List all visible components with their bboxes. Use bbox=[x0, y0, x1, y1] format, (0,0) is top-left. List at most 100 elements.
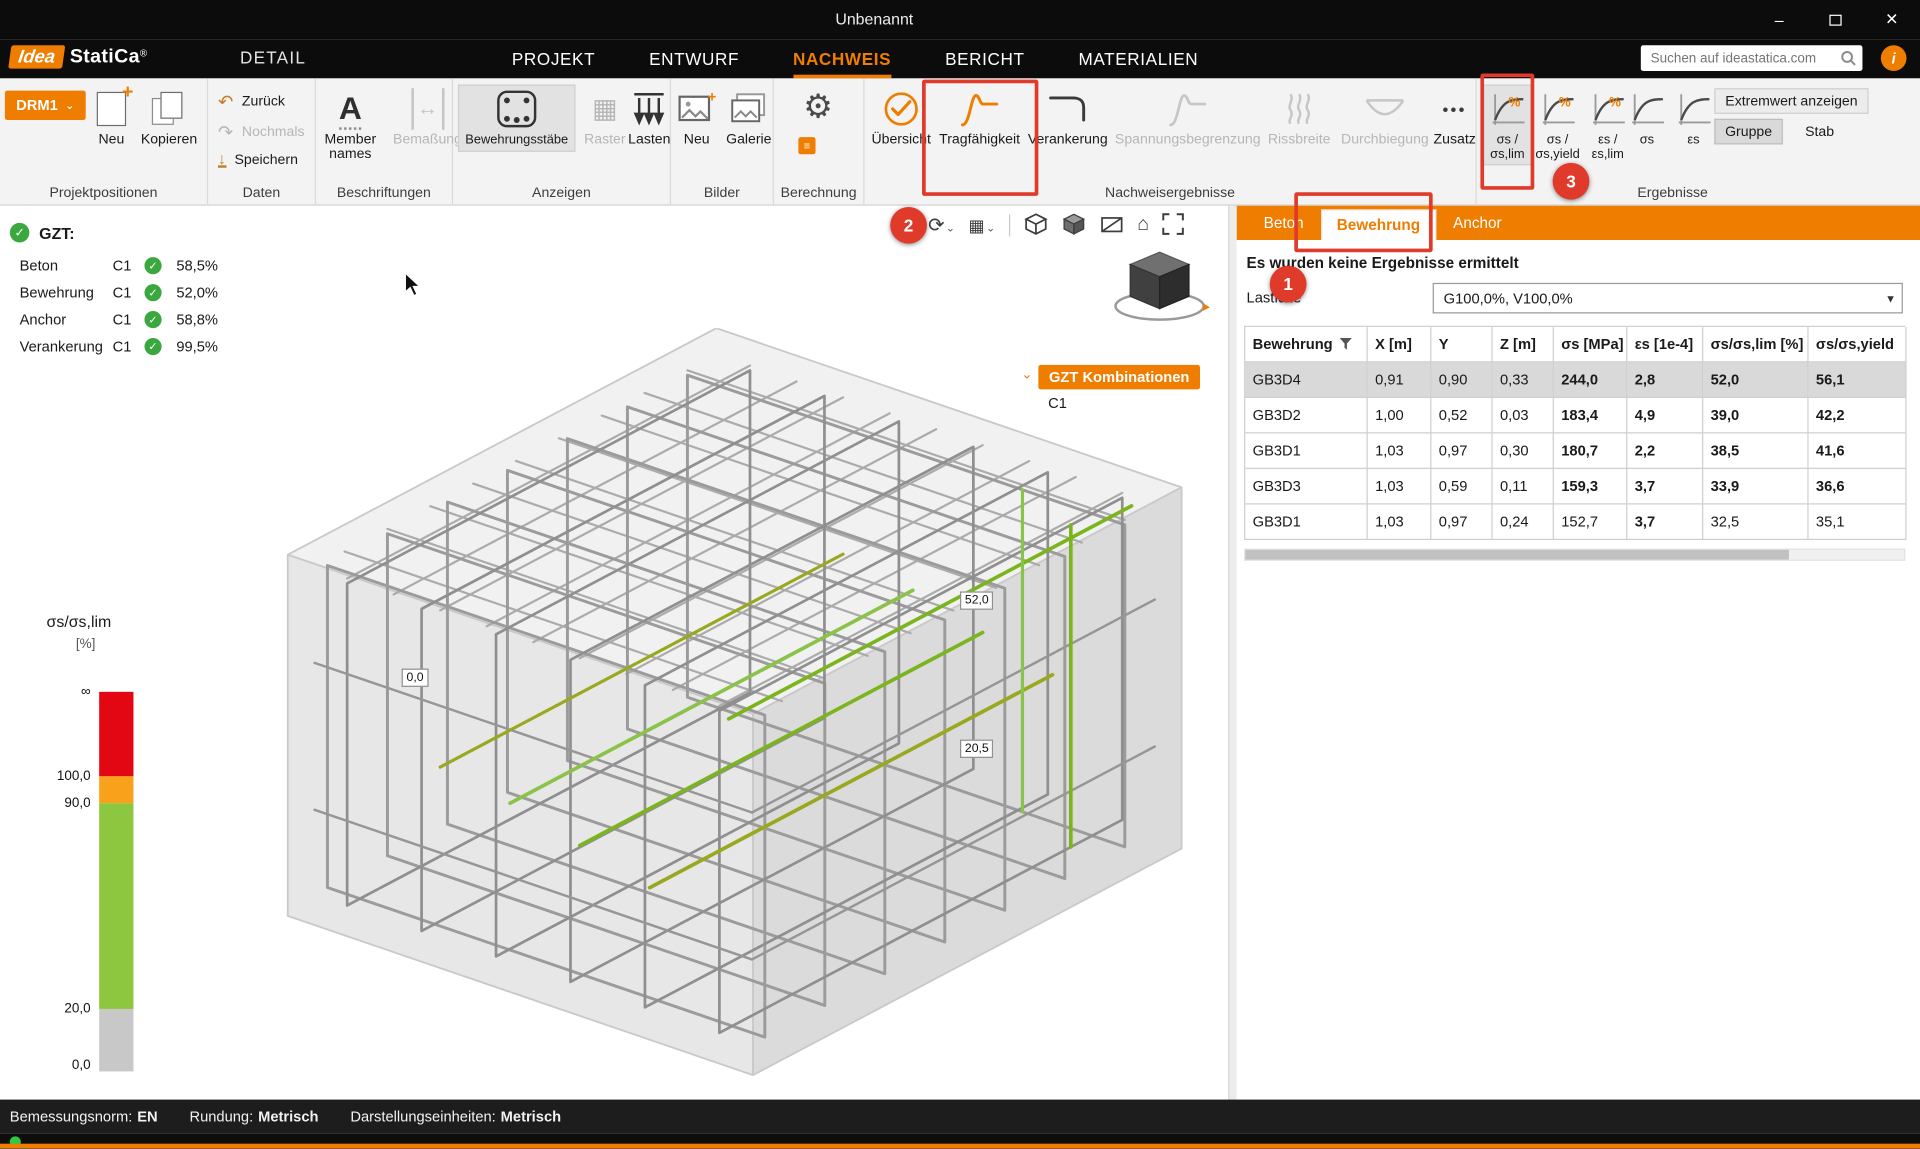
letter-a-icon: A bbox=[339, 88, 362, 130]
result-sigma-button[interactable]: σs bbox=[1625, 84, 1669, 150]
table-row[interactable]: GB3D4 0,91 0,90 0,33 244,0 2,8 52,0 56,1 bbox=[1245, 362, 1905, 398]
search-icon[interactable] bbox=[1840, 50, 1856, 66]
zoom-home-button[interactable]: ⌂ bbox=[1137, 214, 1149, 236]
solid-view-button[interactable] bbox=[1061, 211, 1085, 239]
column-header-bewehrung[interactable]: Bewehrung bbox=[1245, 327, 1367, 363]
drm1-dropdown[interactable]: DRM1⌄ bbox=[5, 91, 86, 120]
scale-gradient bbox=[99, 692, 133, 1072]
deflection-icon bbox=[1364, 88, 1406, 130]
member-names-button[interactable]: A Member names bbox=[321, 84, 380, 166]
clipping-plane-button[interactable] bbox=[1099, 211, 1123, 239]
neu-position-button[interactable]: + Neu bbox=[93, 84, 130, 151]
zurueck-button[interactable]: ↶ Zurück bbox=[218, 91, 285, 113]
verankerung-button[interactable]: Verankerung bbox=[1026, 84, 1109, 151]
stress-icon bbox=[1626, 88, 1668, 130]
check-icon: ✓ bbox=[144, 284, 161, 301]
result-label: 0,0 bbox=[402, 669, 429, 687]
3d-viewport[interactable]: ✓ GZT: Beton C1 ✓ 58,5% Bewehrung C1 ✓ 5… bbox=[0, 206, 1228, 1100]
annotation-box-sigma-slim bbox=[1480, 73, 1534, 189]
kopieren-button[interactable]: Kopieren bbox=[137, 84, 201, 151]
tab-materialien[interactable]: MATERIALIEN bbox=[1078, 39, 1198, 78]
group-ergebnisse: % σs / σs,lim % σs / σs,yield bbox=[1477, 78, 1920, 205]
search-input[interactable] bbox=[1641, 45, 1863, 71]
rotate-mode-dropdown[interactable]: ⟳⌄ bbox=[928, 213, 955, 237]
accent-line bbox=[0, 1144, 1920, 1149]
tab-bericht[interactable]: BERICHT bbox=[945, 39, 1025, 78]
result-eps-button[interactable]: εs bbox=[1671, 84, 1715, 150]
annotation-step-2: 2 bbox=[890, 207, 927, 244]
strain-icon bbox=[1673, 88, 1715, 130]
wire-cube-icon bbox=[1023, 211, 1047, 235]
gruppe-toggle[interactable]: Gruppe bbox=[1714, 119, 1783, 145]
3d-model[interactable] bbox=[263, 328, 1228, 1099]
column-header-sigma-yield[interactable]: σs/σs,yield bbox=[1809, 327, 1907, 363]
nochmals-button[interactable]: ↷ Nochmals bbox=[218, 121, 305, 143]
copy-icon bbox=[152, 88, 186, 130]
table-row[interactable]: GB3D1 1,03 0,97 0,30 180,7 2,2 38,5 41,6 bbox=[1245, 433, 1905, 469]
toolbar-separator bbox=[1009, 214, 1010, 236]
extremwert-anzeigen-button[interactable]: Extremwert anzeigen bbox=[1714, 88, 1868, 114]
info-button[interactable]: i bbox=[1881, 45, 1907, 71]
crack-width-icon bbox=[1281, 88, 1318, 130]
units-status: Darstellungseinheiten:Metrisch bbox=[350, 1108, 561, 1125]
norm-status: Bemessungsnorm:EN bbox=[10, 1108, 158, 1125]
maximize-icon bbox=[1829, 14, 1841, 25]
group-bilder: + Neu Galerie Bilder bbox=[671, 78, 774, 205]
close-button[interactable]: ✕ bbox=[1864, 0, 1920, 39]
group-anzeigen: Bewehrungsstäbe ▦ Raster bbox=[453, 78, 671, 205]
tab-anchor[interactable]: Anchor bbox=[1438, 206, 1516, 240]
column-header-eps[interactable]: εs [1e-4] bbox=[1627, 327, 1703, 363]
column-header-z[interactable]: Z [m] bbox=[1493, 327, 1554, 363]
speichern-button[interactable]: ↓ Speichern bbox=[218, 152, 298, 168]
dimension-icon: ↔ bbox=[411, 88, 444, 130]
table-row[interactable]: GB3D1 1,03 0,97 0,24 152,7 3,7 32,5 35,1 bbox=[1245, 504, 1905, 540]
gzt-row-anchor: Anchor C1 ✓ 58,8% bbox=[20, 311, 218, 328]
grid-icon: ▦ bbox=[592, 88, 617, 130]
column-header-x[interactable]: X [m] bbox=[1368, 327, 1432, 363]
result-sigma-syield-button[interactable]: % σs / σs,yield bbox=[1533, 84, 1582, 165]
bewehrungsstaebe-toggle[interactable]: Bewehrungsstäbe bbox=[458, 84, 576, 151]
maximize-button[interactable] bbox=[1807, 0, 1863, 39]
raster-toggle[interactable]: ▦ Raster bbox=[580, 84, 629, 151]
chevron-down-icon: ⌄ bbox=[986, 221, 995, 233]
orientation-cube[interactable] bbox=[1108, 245, 1211, 326]
galerie-button[interactable]: Galerie bbox=[722, 84, 775, 151]
column-header-y[interactable]: Y bbox=[1431, 327, 1492, 363]
status-bar: Bemessungsnorm:EN Rundung:Metrisch Darst… bbox=[0, 1100, 1920, 1134]
zoom-extents-button[interactable] bbox=[1163, 212, 1185, 238]
column-header-sigma[interactable]: σs [MPa] bbox=[1554, 327, 1627, 363]
tab-projekt[interactable]: PROJEKT bbox=[512, 39, 595, 78]
table-row[interactable]: GB3D2 1,00 0,52 0,03 183,4 4,9 39,0 42,2 bbox=[1245, 398, 1905, 434]
stress-ratio-yield-icon: % bbox=[1537, 88, 1579, 130]
kombination-dropdown[interactable]: G100,0%, V100,0% ▼ bbox=[1433, 283, 1903, 314]
view-toolbar: ⟳⌄ ▦⌄ bbox=[928, 209, 1184, 241]
minimize-button[interactable]: – bbox=[1751, 0, 1807, 39]
scale-red-segment bbox=[99, 692, 133, 776]
calculation-settings-icon[interactable]: ≡ bbox=[798, 137, 815, 154]
anchorage-hook-icon bbox=[1047, 88, 1089, 130]
lasten-toggle[interactable]: Lasten bbox=[624, 84, 674, 151]
panel-splitter[interactable] bbox=[1228, 206, 1237, 1100]
gzt-row-verankerung: Verankerung C1 ✓ 99,5% bbox=[20, 338, 218, 355]
rissbreite-button[interactable]: Rissbreite bbox=[1261, 84, 1337, 151]
axonometry-button[interactable] bbox=[1023, 211, 1047, 239]
durchbiegung-button[interactable]: Durchbiegung bbox=[1337, 84, 1433, 151]
annotation-step-3: 3 bbox=[1553, 163, 1590, 200]
table-row[interactable]: GB3D3 1,03 0,59 0,11 159,3 3,7 33,9 36,6 bbox=[1245, 469, 1905, 505]
group-beschriftungen: A Member names ↔ Bemaßung Beschriftungen bbox=[316, 78, 453, 205]
expand-arrows-icon bbox=[1163, 212, 1185, 234]
scrollbar-thumb[interactable] bbox=[1245, 550, 1789, 560]
zusatz-button[interactable]: ••• Zusatz bbox=[1428, 84, 1482, 151]
gear-icon[interactable]: ⚙ bbox=[803, 88, 833, 126]
idea-statica-window: Unbenannt – ✕ IdeaStatiCa® DETAIL PROJEK… bbox=[0, 0, 1920, 1149]
column-header-sigma-slim[interactable]: σs/σs,lim [%] bbox=[1703, 327, 1808, 363]
snap-grid-dropdown[interactable]: ▦⌄ bbox=[969, 215, 996, 236]
stab-toggle[interactable]: Stab bbox=[1793, 119, 1847, 145]
svg-text:%: % bbox=[1609, 95, 1621, 110]
bild-neu-button[interactable]: + Neu bbox=[673, 84, 720, 151]
filter-icon[interactable] bbox=[1340, 338, 1352, 350]
spannungsbegrenzung-button[interactable]: Spannungsbegrenzung bbox=[1116, 84, 1260, 151]
rotate-icon: ⟳ bbox=[928, 216, 944, 237]
tab-entwurf[interactable]: ENTWURF bbox=[649, 39, 739, 78]
tab-nachweis[interactable]: NACHWEIS bbox=[793, 39, 891, 78]
